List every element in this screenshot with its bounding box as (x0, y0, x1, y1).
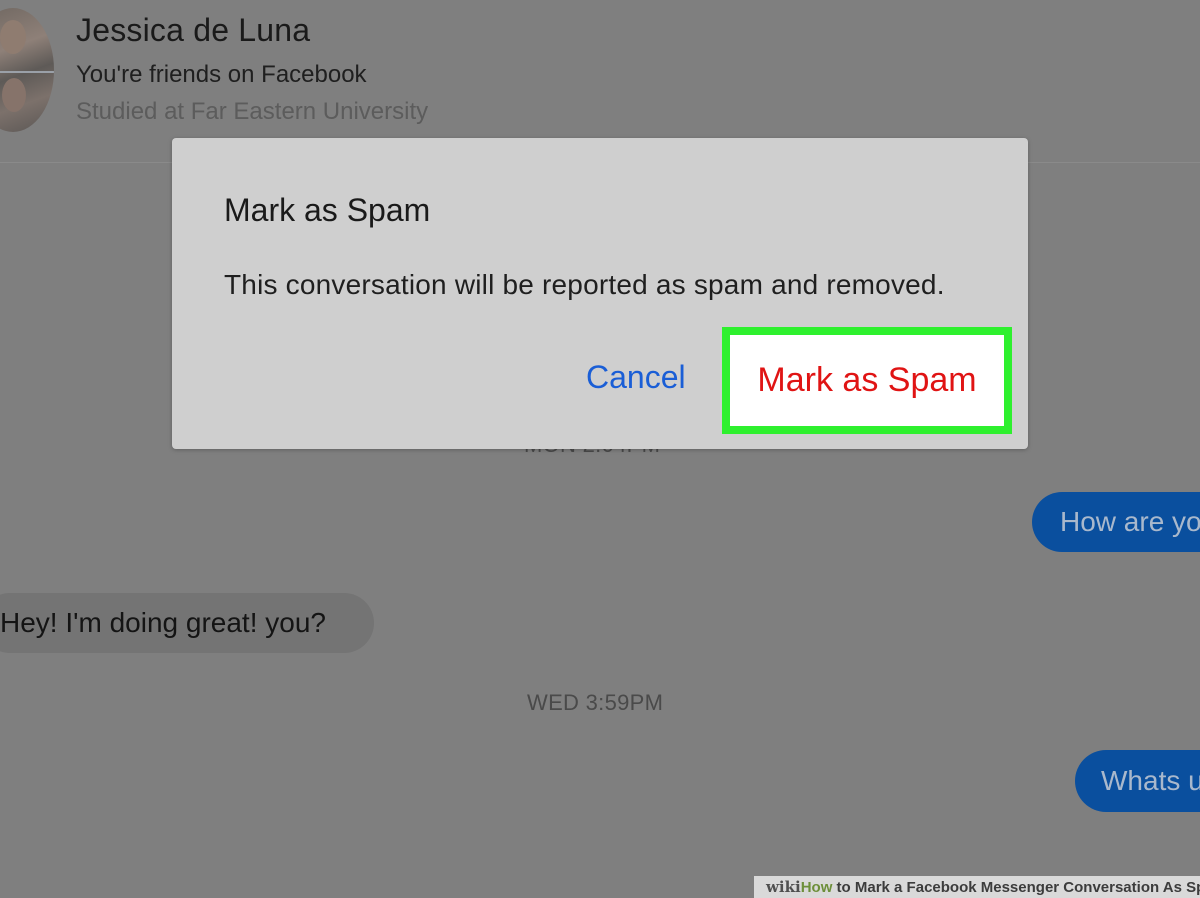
watermark-how: How (800, 879, 833, 896)
avatar-divider (0, 71, 54, 73)
watermark-title: to Mark a Facebook Messenger Conversatio… (832, 879, 1200, 896)
contact-education: Studied at Far Eastern University (76, 98, 429, 125)
message-outgoing[interactable]: Whats up? (1075, 750, 1200, 812)
dialog-message: This conversation will be reported as sp… (224, 269, 945, 300)
mark-as-spam-dialog: Mark as Spam This conversation will be r… (172, 138, 1028, 449)
message-incoming[interactable]: Hey! I'm doing great! you? (0, 593, 374, 653)
cancel-button[interactable]: Cancel (586, 359, 686, 396)
avatar-photo-bottom (2, 78, 26, 112)
mark-as-spam-button[interactable]: Mark as Spam (730, 335, 1004, 426)
confirm-highlight-box: Mark as Spam (722, 327, 1012, 434)
contact-name[interactable]: Jessica de Luna (76, 12, 310, 49)
message-outgoing[interactable]: How are you? (1032, 492, 1200, 552)
contact-avatar[interactable] (0, 8, 54, 132)
dialog-title: Mark as Spam (224, 192, 431, 228)
watermark-wiki: wiki (766, 878, 801, 896)
timestamp-wed: WED 3:59PM (527, 690, 664, 715)
friend-status: You're friends on Facebook (76, 61, 367, 88)
wikihow-watermark: wikiHow to Mark a Facebook Messenger Con… (754, 876, 1200, 898)
avatar-photo-top (0, 20, 26, 54)
